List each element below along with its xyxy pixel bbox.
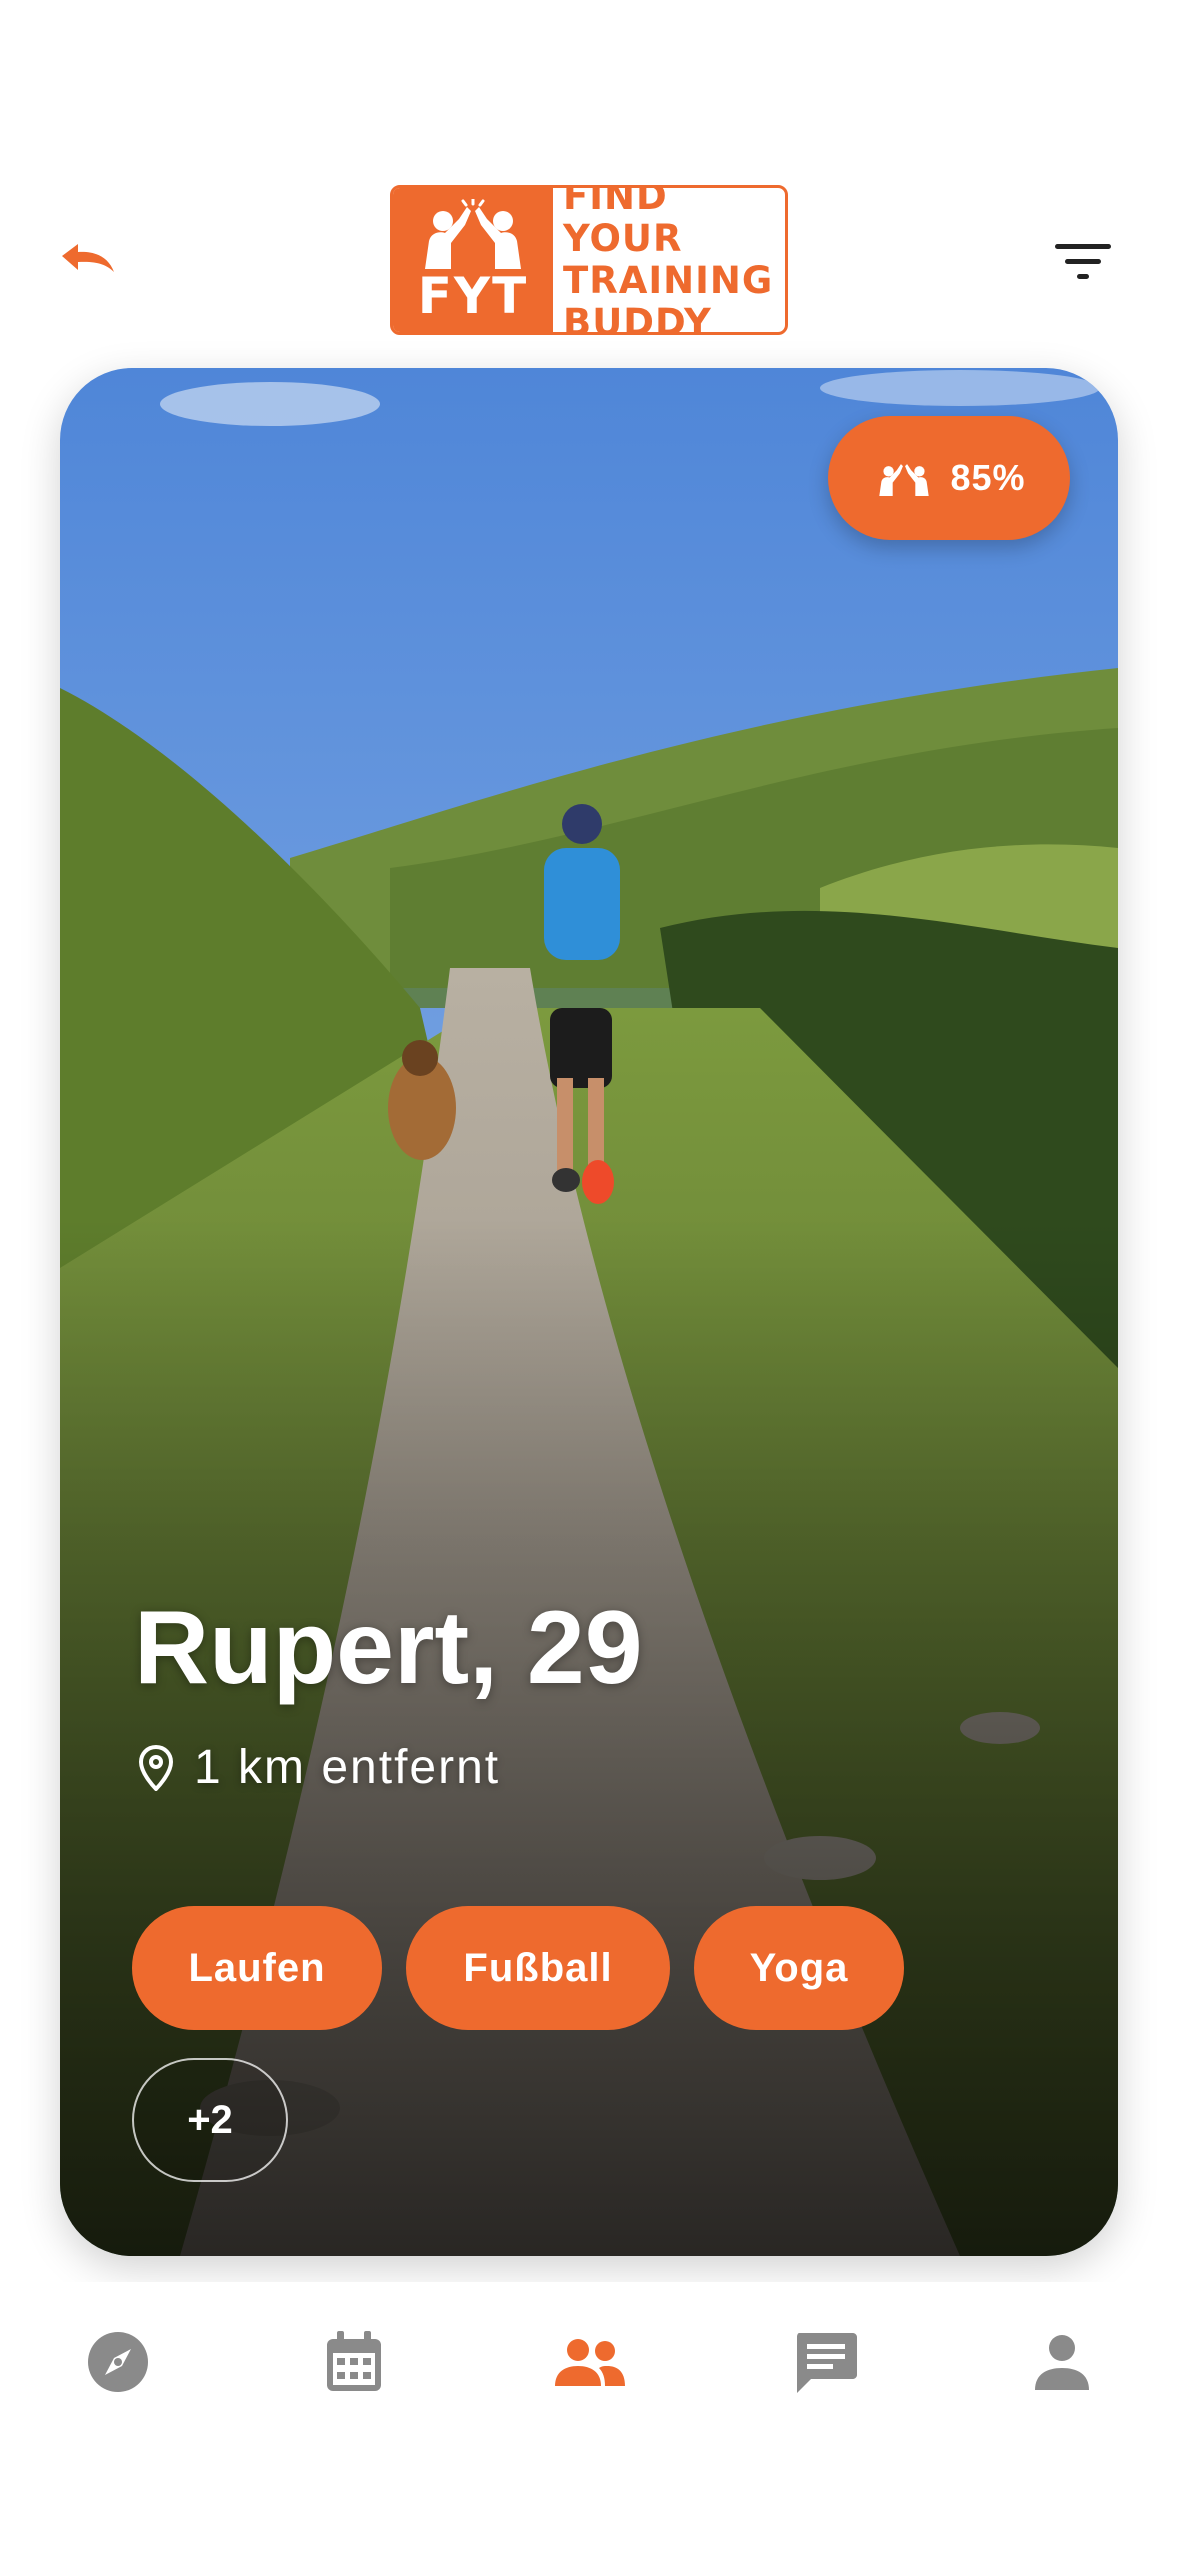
undo-arrow-icon xyxy=(62,244,114,272)
people-icon xyxy=(555,2339,625,2386)
logo-short: FYT xyxy=(417,267,529,325)
high-five-icon xyxy=(425,199,521,269)
back-button[interactable] xyxy=(48,232,124,292)
logo-emblem: FYT xyxy=(393,188,553,332)
match-percent: 85% xyxy=(950,457,1026,498)
tag-yoga[interactable]: Yoga xyxy=(694,1906,904,2030)
nav-calendar[interactable] xyxy=(304,2312,404,2412)
distance-text: 1 km entfernt xyxy=(194,1741,501,1794)
logo-line-2: TRAINING xyxy=(563,259,774,302)
match-badge[interactable]: 85% xyxy=(828,416,1070,540)
tag-laufen[interactable]: Laufen xyxy=(132,1906,382,2030)
app-logo: FYT FIND YOUR TRAINING BUDDY xyxy=(390,185,788,335)
chat-icon xyxy=(797,2333,857,2393)
location-pin-icon xyxy=(138,1744,174,1791)
filter-lines-icon xyxy=(1055,244,1111,279)
tag-fussball[interactable]: Fußball xyxy=(406,1906,670,2030)
nav-profile[interactable] xyxy=(1012,2312,1112,2412)
app-screen: FYT FIND YOUR TRAINING BUDDY 85% Rupert,… xyxy=(0,0,1179,2556)
profile-card[interactable]: 85% Rupert, 29 1 km entfernt Laufen Fußb… xyxy=(60,368,1118,2256)
bottom-navigation xyxy=(0,2282,1179,2442)
nav-explore[interactable] xyxy=(68,2312,168,2412)
high-five-icon xyxy=(879,464,930,496)
calendar-icon xyxy=(327,2331,381,2391)
filter-button[interactable] xyxy=(1048,232,1118,292)
header: FYT FIND YOUR TRAINING BUDDY xyxy=(0,170,1179,350)
more-tags-button[interactable]: +2 xyxy=(132,2058,288,2182)
logo-line-1: FIND YOUR xyxy=(563,185,683,260)
profile-name-age: Rupert, 29 xyxy=(134,1590,643,1706)
person-icon xyxy=(1035,2335,1089,2390)
compass-icon xyxy=(88,2332,148,2392)
nav-buddies[interactable] xyxy=(540,2312,640,2412)
nav-chat[interactable] xyxy=(776,2312,876,2412)
profile-location: 1 km entfernt xyxy=(138,1740,500,1795)
logo-line-3: BUDDY xyxy=(563,301,712,335)
logo-wordmark: FIND YOUR TRAINING BUDDY xyxy=(553,188,785,332)
